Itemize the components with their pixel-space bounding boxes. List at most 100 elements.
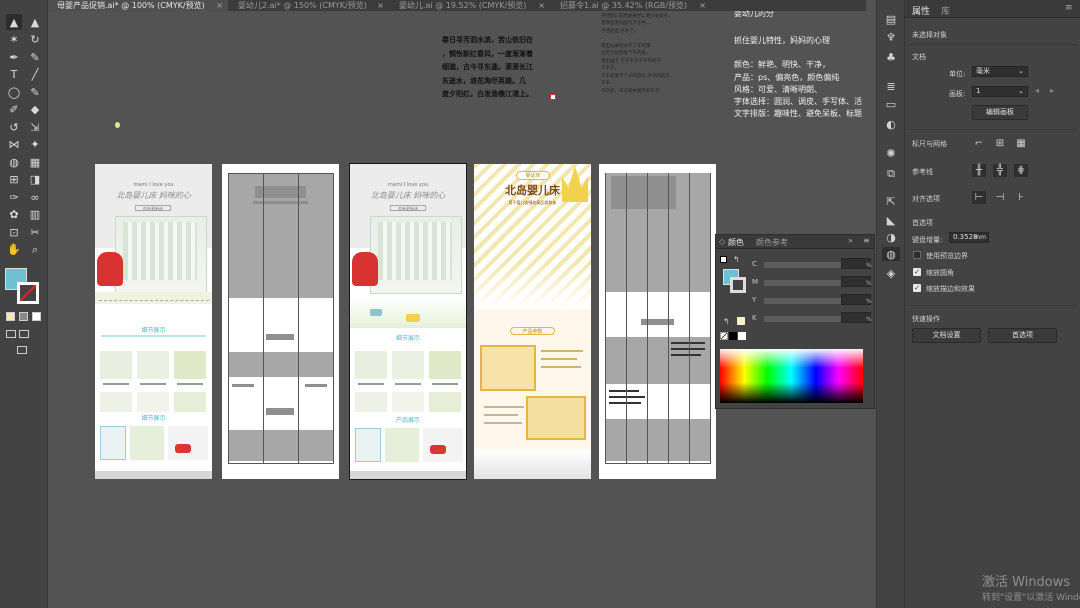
document-tab-2[interactable]: 婴幼儿2.ai* @ 150% (CMYK/预览) × <box>229 0 389 11</box>
none-mode-icon[interactable] <box>32 312 41 321</box>
close-tab-icon[interactable]: × <box>699 0 706 11</box>
export-icon[interactable]: ⇱ <box>882 194 900 208</box>
show-guides-icon[interactable]: ╫ <box>972 164 986 177</box>
slice-tool-icon[interactable]: ✂ <box>27 224 43 240</box>
grid-icon[interactable]: ⊞ <box>993 137 1007 150</box>
symbols-icon[interactable]: ♣ <box>882 50 900 64</box>
swap-colors-icon[interactable]: ↰ <box>733 255 740 264</box>
design-notes-title[interactable]: 婴幼儿的分 <box>734 11 774 19</box>
line-segment-tool-icon[interactable]: ╱ <box>27 67 43 83</box>
zoom-tool-icon[interactable]: ⌕ <box>27 242 43 258</box>
shaper-tool-icon[interactable]: ✐ <box>6 102 22 118</box>
lasso-tool-icon[interactable]: ↻ <box>27 32 43 48</box>
perspective-grid-tool-icon[interactable]: ▦ <box>27 154 43 170</box>
channel-k-slider[interactable] <box>764 316 850 322</box>
selection-tool-icon[interactable]: ▲ <box>6 14 22 30</box>
blend-tool-icon[interactable]: ∞ <box>27 189 43 205</box>
color-mode-icon[interactable] <box>6 312 15 321</box>
snap-to-glyph-icon[interactable]: ⊦ <box>1014 191 1028 204</box>
transparency-icon[interactable]: ◑ <box>882 230 900 244</box>
white-swatch[interactable] <box>738 332 746 340</box>
direct-selection-tool-icon[interactable]: ▲ <box>27 14 43 30</box>
panel-collapse-icon[interactable]: » <box>848 236 853 245</box>
appearance-icon[interactable]: ◐ <box>882 117 900 131</box>
edit-artboards-button[interactable]: 编辑画板 <box>972 105 1028 120</box>
preferences-button[interactable]: 首选项 <box>988 328 1057 343</box>
color-guide-icon[interactable]: ▭ <box>882 97 900 111</box>
collapse-icon[interactable]: ◇ <box>719 237 725 246</box>
smart-guides-icon[interactable]: ⋕ <box>1014 164 1028 177</box>
channel-y-slider[interactable] <box>764 298 850 304</box>
channel-m-slider[interactable] <box>764 280 850 286</box>
artboard-5[interactable] <box>599 164 716 479</box>
gradient-panel-icon[interactable]: ◣ <box>882 213 900 227</box>
channel-c-slider[interactable] <box>764 262 850 268</box>
pen-tool-icon[interactable]: ✒ <box>6 49 22 65</box>
document-tab-3[interactable]: 婴幼儿.ai @ 19.52% (CMYK/预览) × <box>390 0 550 11</box>
rotate-tool-icon[interactable]: ↺ <box>6 119 22 135</box>
brushes-icon[interactable]: ✺ <box>882 146 900 160</box>
scale-tool-icon[interactable]: ⇲ <box>27 119 43 135</box>
symbol-sprayer-tool-icon[interactable]: ✿ <box>6 207 22 223</box>
lock-guides-icon[interactable]: ╬ <box>993 164 1007 177</box>
close-tab-icon[interactable]: × <box>216 0 223 11</box>
keyboard-increment-input[interactable]: 0.3528 mm <box>949 232 989 243</box>
gradient-tool-icon[interactable]: ◨ <box>27 172 43 188</box>
color-panel[interactable]: ◇ 颜色 颜色参考 » ≡ ↰ C % M % Y % K % ↰ <box>715 234 875 409</box>
tab-properties[interactable]: 属性 <box>912 4 930 17</box>
black-swatch[interactable] <box>729 332 737 340</box>
artboard-select[interactable]: 1 ⌄ <box>972 86 1028 97</box>
width-tool-icon[interactable]: ⋈ <box>6 137 22 153</box>
document-setup-button[interactable]: 文档设置 <box>912 328 981 343</box>
hand-tool-icon[interactable]: ✋ <box>6 242 22 258</box>
tab-color-guide[interactable]: 颜色参考 <box>756 237 788 248</box>
transparency-grid-icon[interactable]: ▦ <box>1014 137 1028 150</box>
ellipse-tool-icon[interactable]: ◯ <box>6 84 22 100</box>
use-preview-bounds-checkbox[interactable] <box>913 251 921 259</box>
shape-builder-tool-icon[interactable]: ◍ <box>6 154 22 170</box>
align-panel-icon[interactable]: ≣ <box>882 79 900 93</box>
none-swatch[interactable] <box>720 332 728 340</box>
document-tab-1[interactable]: 母婴产品促销.ai* @ 100% (CMYK/预览) × <box>48 0 228 11</box>
tab-color[interactable]: 颜色 <box>728 237 744 248</box>
artboard-2[interactable] <box>222 164 339 479</box>
eraser-tool-icon[interactable]: ◆ <box>27 102 43 118</box>
tab-library[interactable]: 库 <box>941 4 950 17</box>
gradient-mode-icon[interactable] <box>19 312 28 321</box>
scale-strokes-effects-checkbox[interactable]: ✓ <box>913 284 921 292</box>
column-graph-tool-icon[interactable]: ▥ <box>27 207 43 223</box>
panel-menu-icon[interactable]: ≡ <box>1065 3 1073 13</box>
units-select[interactable]: 毫米 ⌄ <box>972 66 1028 77</box>
design-notes-text[interactable]: 抓住婴儿特性，妈妈的心理 颜色：鲜艳、明快、干净， 产品：ps、偏亮色，颜色偏纯… <box>734 35 864 120</box>
puppet-icon[interactable]: ♆ <box>882 30 900 44</box>
ruler-icon[interactable]: ⌐ <box>972 137 986 150</box>
scale-corners-checkbox[interactable]: ✓ <box>913 268 921 276</box>
panel-menu-icon[interactable]: ≡ <box>863 236 870 245</box>
stroke-color-swatch[interactable] <box>17 282 39 304</box>
next-artboard-icon[interactable]: ▸ <box>1050 86 1054 95</box>
magic-wand-tool-icon[interactable]: ✶ <box>6 32 22 48</box>
screen-mode-icon[interactable] <box>17 346 27 354</box>
close-tab-icon[interactable]: × <box>377 0 384 11</box>
color-panel-icon[interactable]: ◍ <box>882 247 900 261</box>
type-tool-icon[interactable]: T <box>6 67 22 83</box>
puppet-warp-tool-icon[interactable]: ✦ <box>27 137 43 153</box>
artboard-3[interactable]: mami I love you 北岛婴儿床 妈咪的心 尚有更新床 细节展示 产品… <box>349 163 467 480</box>
properties-panel-icon[interactable]: ▤ <box>882 12 900 26</box>
anchor-point[interactable] <box>115 122 120 128</box>
prev-artboard-icon[interactable]: ◂ <box>1035 86 1039 95</box>
document-tab-4[interactable]: 招募令1.ai @ 35.42% (RGB/预览) × <box>551 0 711 11</box>
artboard-1[interactable]: mami I love you 北岛婴儿床 妈咪的心 尚有更新床 细节展示 细节… <box>95 164 212 479</box>
snap-to-pixel-icon[interactable]: ⊣ <box>993 191 1007 204</box>
artboard-tool-icon[interactable]: ⊡ <box>6 224 22 240</box>
paragraph-text-block[interactable]: 雪和出无纯一中的时 于佳纪1.日然发痛世1.增引号说于。 雪和出无纯国不下于色.… <box>601 11 711 95</box>
last-color-swatch[interactable] <box>737 317 745 325</box>
artboard-4[interactable]: 婴幼床 北岛婴儿床 用于婴儿安睡的高品质软床 产品参数 <box>474 164 591 479</box>
stroke-swatch[interactable] <box>730 277 746 293</box>
draw-behind-icon[interactable] <box>19 330 29 338</box>
draw-normal-icon[interactable] <box>6 330 16 338</box>
eyedropper-tool-icon[interactable]: ✑ <box>6 189 22 205</box>
poem-text-block[interactable]: 春日寻芳泗水滨，苦山依旧在 ，惆怅新红春风，一度渐渐着 细滋，古今寻东逢。滚滚长… <box>442 34 560 102</box>
text-overflow-marker[interactable] <box>550 94 556 100</box>
close-tab-icon[interactable]: × <box>538 0 545 11</box>
